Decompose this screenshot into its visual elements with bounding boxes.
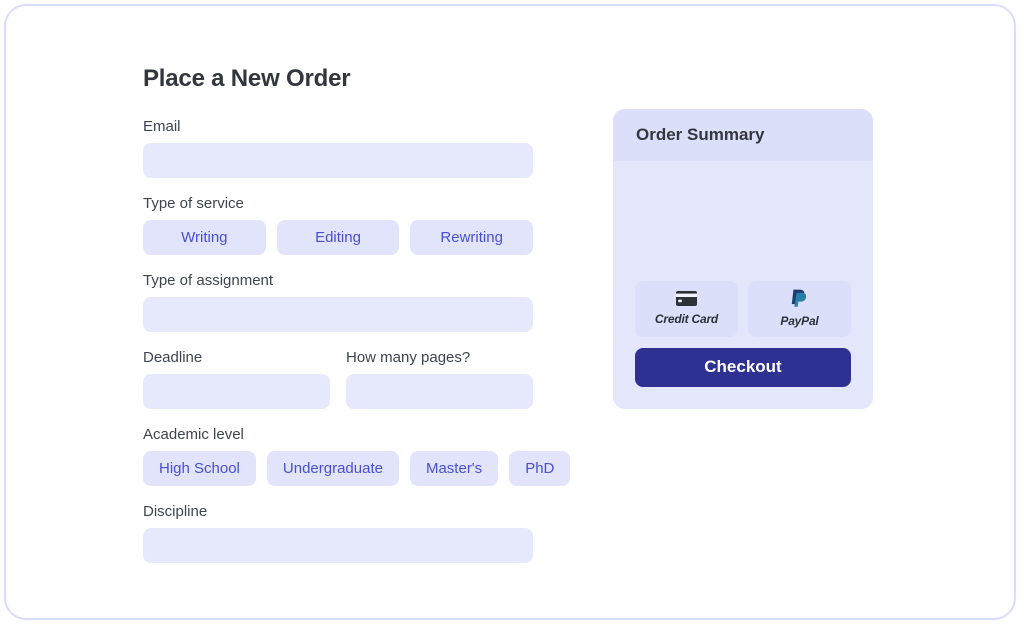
email-label: Email	[143, 118, 181, 136]
order-summary-title: Order Summary	[636, 125, 765, 144]
field-discipline: Discipline	[143, 503, 533, 564]
academic-level-option-phd[interactable]: PhD	[509, 451, 571, 487]
order-form: Place a New Order Email Type of service …	[143, 65, 571, 580]
field-academic-level: Academic level High School Undergraduate…	[143, 426, 571, 487]
credit-card-icon	[676, 291, 697, 309]
assignment-label: Type of assignment	[143, 272, 274, 290]
field-deadline: Deadline	[143, 349, 330, 410]
email-input[interactable]	[143, 143, 533, 179]
field-service: Type of service Writing Editing Rewritin…	[143, 195, 534, 256]
payment-option-credit-card-label: Credit Card	[654, 312, 719, 327]
service-option-rewriting[interactable]: Rewriting	[410, 220, 534, 256]
payment-methods: Credit Card PayPal	[613, 280, 873, 337]
assignment-input[interactable]	[143, 297, 533, 333]
paypal-icon	[791, 289, 808, 311]
page-title: Place a New Order	[143, 65, 351, 92]
service-option-editing[interactable]: Editing	[276, 220, 400, 256]
deadline-label: Deadline	[143, 349, 203, 367]
academic-level-options: High School Undergraduate Master's PhD	[143, 451, 571, 487]
discipline-label: Discipline	[143, 503, 208, 521]
deadline-pages-row: Deadline How many pages?	[143, 349, 533, 410]
field-pages: How many pages?	[346, 349, 533, 410]
checkout-button[interactable]: Checkout	[635, 347, 851, 387]
page-frame: Place a New Order Email Type of service …	[4, 4, 1016, 620]
order-summary-panel: Order Summary Credit Card PayPal Checkou…	[613, 109, 873, 409]
payment-option-credit-card[interactable]: Credit Card	[635, 280, 738, 337]
academic-level-option-high-school[interactable]: High School	[143, 451, 256, 487]
payment-option-paypal[interactable]: PayPal	[748, 280, 851, 337]
order-summary-items	[613, 161, 873, 281]
academic-level-label: Academic level	[143, 426, 244, 444]
page-content: Place a New Order Email Type of service …	[6, 6, 1018, 622]
field-assignment: Type of assignment	[143, 272, 533, 333]
payment-option-paypal-label: PayPal	[780, 314, 819, 329]
pages-input[interactable]	[346, 374, 533, 410]
academic-level-option-masters[interactable]: Master's	[409, 451, 499, 487]
academic-level-option-undergraduate[interactable]: Undergraduate	[266, 451, 399, 487]
deadline-input[interactable]	[143, 374, 330, 410]
pages-label: How many pages?	[346, 349, 471, 367]
field-email: Email	[143, 118, 533, 179]
order-summary-header: Order Summary	[613, 109, 873, 161]
service-options: Writing Editing Rewriting	[143, 220, 534, 256]
service-option-writing[interactable]: Writing	[143, 220, 266, 256]
discipline-input[interactable]	[143, 528, 533, 564]
service-label: Type of service	[143, 195, 244, 213]
